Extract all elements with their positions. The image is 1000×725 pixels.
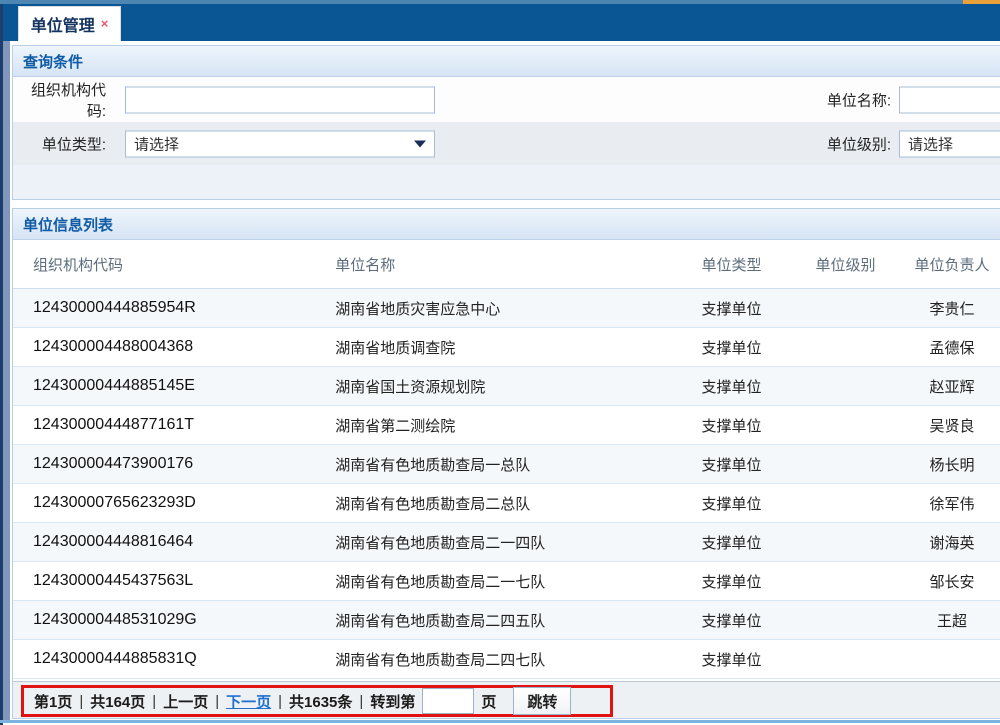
cell-unit-name: 湖南省有色地质勘查局二四五队 — [335, 610, 672, 631]
query-panel-title: 查询条件 — [23, 51, 83, 72]
org-code-input[interactable] — [125, 86, 435, 113]
table-row[interactable]: 12430000444885954R 湖南省地质灾害应急中心 支撑单位 李贵仁 — [13, 289, 1000, 328]
query-row-2: 单位类型: 请选择 单位级别: 请选择 — [13, 122, 1000, 165]
goto-page-prefix: 转到第 — [370, 691, 415, 712]
cell-unit-name: 湖南省有色地质勘查局二四七队 — [335, 649, 672, 670]
cell-unit-type: 支撑单位 — [672, 415, 791, 436]
jump-button[interactable]: 跳转 — [513, 687, 571, 715]
cell-org-code: 12430000448531029G — [13, 611, 335, 629]
unit-level-selected-value: 请选择 — [908, 133, 953, 154]
list-panel-title: 单位信息列表 — [23, 214, 113, 235]
col-header-unit-manager: 单位负责人 — [900, 254, 1000, 275]
prev-page-button[interactable]: 上一页 — [163, 691, 208, 712]
current-page-label: 第1页 — [34, 691, 72, 712]
cell-unit-name: 湖南省第二测绘院 — [335, 415, 672, 436]
total-records-label: 共1635条 — [289, 691, 352, 712]
table-row[interactable]: 124300004488004368 湖南省地质调查院 支撑单位 孟德保 — [13, 328, 1000, 367]
query-row-1: 组织机构代码: 单位名称: — [13, 77, 1000, 122]
table-row[interactable]: 12430000444885831Q 湖南省有色地质勘查局二四七队 支撑单位 — [13, 640, 1000, 679]
cell-org-code: 124300004448816464 — [13, 533, 335, 551]
cell-unit-manager: 吴贤良 — [900, 415, 1000, 436]
left-frame-light — [3, 41, 10, 720]
table-row[interactable]: 12430000444885145E 湖南省国土资源规划院 支撑单位 赵亚辉 — [13, 367, 1000, 406]
unit-level-label: 单位级别: — [713, 133, 891, 154]
chevron-down-icon — [414, 140, 426, 147]
close-icon[interactable]: × — [101, 17, 109, 30]
separator: | — [79, 693, 83, 710]
table-header-row: 组织机构代码 单位名称 单位类型 单位级别 单位负责人 — [13, 240, 1000, 289]
cell-org-code: 12430000444885954R — [13, 299, 335, 317]
total-pages-label: 共164页 — [90, 691, 145, 712]
cell-unit-type: 支撑单位 — [672, 454, 791, 475]
cell-unit-type: 支撑单位 — [672, 298, 791, 319]
table-row[interactable]: 12430000765623293D 湖南省有色地质勘查局二总队 支撑单位 徐军… — [13, 484, 1000, 523]
col-header-unit-level: 单位级别 — [791, 254, 900, 275]
cell-org-code: 12430000765623293D — [13, 494, 335, 512]
cell-org-code: 12430000444885145E — [13, 377, 335, 395]
app-window: 单位管理 × 查询条件 组织机构代码: 单位名称: 单位类型: 请选择 单位级别… — [0, 0, 1000, 725]
cell-unit-manager: 孟德保 — [900, 337, 1000, 358]
cell-unit-name: 湖南省国土资源规划院 — [335, 376, 672, 397]
unit-name-input[interactable] — [899, 86, 1000, 113]
unit-type-label: 单位类型: — [13, 133, 106, 154]
separator: | — [359, 693, 363, 710]
cell-unit-manager: 李贵仁 — [900, 298, 1000, 319]
col-header-org-code: 组织机构代码 — [13, 254, 335, 275]
unit-list-panel: 单位信息列表 组织机构代码 单位名称 单位类型 单位级别 单位负责人 12430… — [12, 208, 1000, 719]
cell-unit-type: 支撑单位 — [672, 532, 791, 553]
cell-unit-manager: 王超 — [900, 610, 1000, 631]
cell-unit-name: 湖南省有色地质勘查局二一四队 — [335, 532, 672, 553]
cell-unit-name: 湖南省有色地质勘查局二总队 — [335, 493, 672, 514]
cell-unit-type: 支撑单位 — [672, 337, 791, 358]
cell-unit-manager: 邹长安 — [900, 571, 1000, 592]
unit-type-select[interactable]: 请选择 — [125, 130, 435, 157]
query-panel: 查询条件 组织机构代码: 单位名称: 单位类型: 请选择 单位级别: 请选择 — [12, 45, 1000, 200]
cell-unit-type: 支撑单位 — [672, 493, 791, 514]
cell-unit-name: 湖南省有色地质勘查局一总队 — [335, 454, 672, 475]
query-panel-header: 查询条件 — [13, 46, 1000, 77]
separator: | — [278, 693, 282, 710]
cell-unit-manager: 杨长明 — [900, 454, 1000, 475]
pagination-bar: 第1页 | 共164页 | 上一页 | 下一页 | 共1635条 | 转到第 页… — [13, 681, 1000, 718]
goto-page-suffix: 页 — [481, 691, 496, 712]
unit-name-label: 单位名称: — [713, 89, 891, 110]
table-row[interactable]: 124300004473900176 湖南省有色地质勘查局一总队 支撑单位 杨长… — [13, 445, 1000, 484]
cell-org-code: 12430000444885831Q — [13, 650, 335, 668]
org-code-label: 组织机构代码: — [13, 79, 106, 121]
col-header-unit-name: 单位名称 — [335, 254, 672, 275]
table-row[interactable]: 12430000448531029G 湖南省有色地质勘查局二四五队 支撑单位 王… — [13, 601, 1000, 640]
table-row[interactable]: 12430000444877161T 湖南省第二测绘院 支撑单位 吴贤良 — [13, 406, 1000, 445]
cell-unit-name: 湖南省有色地质勘查局二一七队 — [335, 571, 672, 592]
unit-type-selected-value: 请选择 — [134, 133, 179, 154]
cell-org-code: 124300004473900176 — [13, 455, 335, 473]
tab-title: 单位管理 — [31, 12, 95, 36]
cell-org-code: 124300004488004368 — [13, 338, 335, 356]
list-panel-header: 单位信息列表 — [13, 209, 1000, 240]
unit-level-select[interactable]: 请选择 — [899, 130, 1000, 157]
goto-page-input[interactable] — [422, 688, 474, 714]
tab-bar: 单位管理 × — [0, 4, 1000, 41]
table-row[interactable]: 12430000445437563L 湖南省有色地质勘查局二一七队 支撑单位 邹… — [13, 562, 1000, 601]
cell-unit-type: 支撑单位 — [672, 571, 791, 592]
separator: | — [152, 693, 156, 710]
cell-unit-name: 湖南省地质调查院 — [335, 337, 672, 358]
bottom-accent-line — [0, 720, 1000, 723]
cell-unit-type: 支撑单位 — [672, 649, 791, 670]
col-header-unit-type: 单位类型 — [672, 254, 791, 275]
cell-unit-manager: 谢海英 — [900, 532, 1000, 553]
cell-unit-manager: 赵亚辉 — [900, 376, 1000, 397]
annotation-red-box: 第1页 | 共164页 | 上一页 | 下一页 | 共1635条 | 转到第 页… — [21, 685, 613, 717]
cell-org-code: 12430000444877161T — [13, 416, 335, 434]
tab-unit-management[interactable]: 单位管理 × — [18, 6, 121, 41]
next-page-link[interactable]: 下一页 — [226, 691, 271, 712]
cell-unit-name: 湖南省地质灾害应急中心 — [335, 298, 672, 319]
cell-unit-type: 支撑单位 — [672, 376, 791, 397]
cell-org-code: 12430000445437563L — [13, 572, 335, 590]
separator: | — [215, 693, 219, 710]
cell-unit-type: 支撑单位 — [672, 610, 791, 631]
cell-unit-manager: 徐军伟 — [900, 493, 1000, 514]
table-row[interactable]: 124300004448816464 湖南省有色地质勘查局二一四队 支撑单位 谢… — [13, 523, 1000, 562]
table-body: 12430000444885954R 湖南省地质灾害应急中心 支撑单位 李贵仁 … — [13, 289, 1000, 679]
